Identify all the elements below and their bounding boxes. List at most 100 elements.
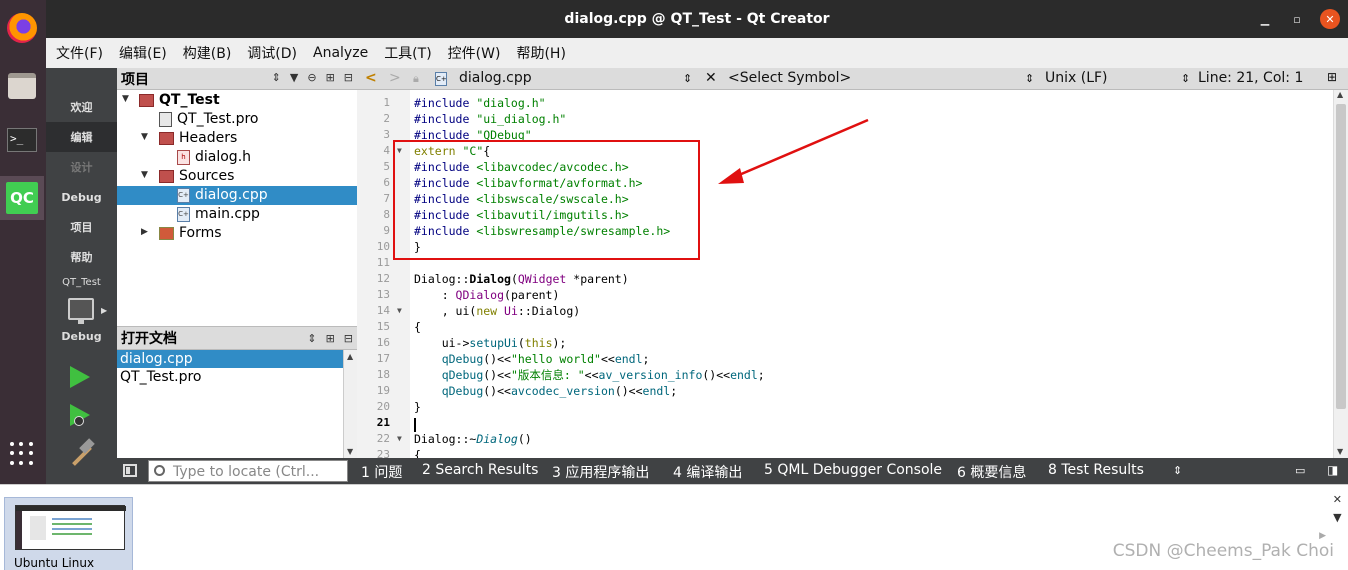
kit-selector-icon[interactable] — [68, 298, 94, 324]
run-icon[interactable] — [70, 366, 90, 388]
headers-folder-icon — [159, 132, 174, 145]
tab-qml-debugger-console[interactable]: 5 QML Debugger Console — [764, 462, 942, 478]
file-dropdown-icon[interactable]: ⇕ — [683, 72, 692, 85]
close-panel-icon[interactable]: ⊟ — [344, 332, 353, 345]
tree-label: dialog.cpp — [195, 187, 268, 203]
scrollbar-thumb[interactable] — [1336, 104, 1346, 409]
open-doc-dialog-cpp[interactable]: dialog.cpp — [117, 350, 343, 368]
menu-build[interactable]: 构建(B) — [183, 43, 232, 63]
menu-tools[interactable]: 工具(T) — [384, 43, 431, 63]
expand-arrow-icon[interactable]: ▼ — [141, 132, 148, 142]
line-number: 20 — [376, 400, 390, 413]
tree-item-pro-file[interactable]: QT_Test.pro — [159, 110, 259, 129]
ubuntu-dock: >_ QC — [0, 0, 46, 484]
tree-item-dialog-h[interactable]: h dialog.h — [177, 148, 251, 167]
close-panel-icon[interactable]: ⊟ — [344, 71, 353, 84]
line-ending-dropdown-icon[interactable]: ⇕ — [1181, 72, 1190, 85]
tree-item-forms[interactable]: Forms — [159, 224, 222, 243]
scroll-up-icon[interactable]: ▲ — [347, 352, 353, 361]
tree-item-dialog-cpp[interactable]: C+ dialog.cpp — [117, 186, 357, 205]
scroll-down-icon[interactable]: ▼ — [347, 447, 353, 456]
close-document-icon[interactable]: ✕ — [705, 70, 717, 86]
expand-arrow-icon[interactable]: ▼ — [141, 170, 148, 180]
maximize-button[interactable]: ▫ — [1288, 13, 1306, 26]
back-arrow-icon[interactable]: < — [365, 70, 377, 86]
build-hammer-icon[interactable] — [68, 438, 95, 468]
firefox-icon[interactable] — [4, 10, 40, 46]
scroll-down-icon[interactable]: ▼ — [1337, 447, 1343, 456]
split-icon[interactable]: ⊞ — [326, 332, 335, 345]
open-documents-title: 打开文档 — [121, 331, 177, 347]
split-icon[interactable]: ⊞ — [326, 71, 335, 84]
projects-panel-header: 项目 ⇕ ▼ ⊖ ⊞ ⊟ — [117, 68, 357, 90]
menu-edit[interactable]: 编辑(E) — [119, 43, 167, 63]
mode-projects[interactable]: 项目 — [46, 212, 117, 242]
code-text: Dialog::Dialog(QWidget *parent) — [414, 272, 629, 286]
close-button[interactable]: ✕ — [1320, 9, 1340, 29]
qt-creator-icon[interactable]: QC — [0, 176, 44, 220]
tree-item-sources[interactable]: Sources — [159, 167, 234, 186]
open-doc-qt-test-pro[interactable]: QT_Test.pro — [117, 368, 357, 386]
tree-label: Headers — [179, 130, 238, 146]
menu-help[interactable]: 帮助(H) — [516, 43, 565, 63]
locator-input[interactable]: Type to locate (Ctrl... — [148, 460, 348, 482]
code-text: #include "dialog.h" — [414, 96, 546, 110]
mode-edit[interactable]: 编辑 — [46, 122, 117, 152]
fold-marker-icon[interactable]: ▼ — [397, 303, 402, 319]
collapse-arrow-icon[interactable]: ▶ — [141, 227, 148, 237]
minimize-button[interactable]: ▁ — [1256, 13, 1274, 26]
cursor-position-label[interactable]: Line: 21, Col: 1 — [1198, 70, 1303, 86]
code-text: , ui(new Ui::Dialog) — [414, 304, 581, 318]
mode-welcome[interactable]: 欢迎 — [46, 92, 117, 122]
view-chooser-icon[interactable]: ⇕ — [272, 71, 281, 84]
toggle-right-sidebar-icon[interactable]: ◨ — [1327, 463, 1338, 477]
toggle-sidebar-icon[interactable] — [123, 464, 137, 477]
tree-item-project-root[interactable]: QT_Test — [139, 91, 220, 110]
tab-issues[interactable]: 1 问题 — [361, 462, 402, 482]
expand-arrow-icon[interactable]: ▼ — [122, 94, 129, 104]
tab-general-messages[interactable]: 6 概要信息 — [957, 462, 1026, 482]
scroll-up-icon[interactable]: ▲ — [1337, 90, 1343, 99]
menu-debug[interactable]: 调试(D) — [247, 43, 297, 63]
symbol-dropdown-icon[interactable]: ⇕ — [1025, 72, 1034, 85]
link-icon[interactable]: ⊖ — [307, 71, 316, 84]
tab-compile-output[interactable]: 4 编译输出 — [673, 462, 742, 482]
tree-item-main-cpp[interactable]: C+ main.cpp — [177, 205, 260, 224]
view-chooser-icon[interactable]: ⇕ — [307, 332, 316, 345]
scroll-down-icon[interactable]: ▼ — [1333, 509, 1342, 527]
line-ending-selector[interactable]: Unix (LF) — [1045, 70, 1108, 86]
mode-help[interactable]: 帮助 — [46, 242, 117, 272]
tree-item-headers[interactable]: Headers — [159, 129, 237, 148]
close-icon[interactable]: ✕ — [1333, 491, 1342, 509]
menu-file[interactable]: 文件(F) — [56, 43, 103, 63]
split-editor-icon[interactable]: ⊞ — [1327, 70, 1337, 84]
open-documents-list: dialog.cpp QT_Test.pro ▲ ▼ — [117, 350, 357, 458]
maximize-output-icon[interactable]: ▭ — [1295, 464, 1305, 477]
mode-debug[interactable]: Debug — [46, 182, 117, 212]
files-icon[interactable] — [4, 68, 40, 104]
tree-label: Sources — [179, 168, 235, 184]
more-tabs-icon[interactable]: ⇕ — [1173, 464, 1182, 477]
tab-test-results[interactable]: 8 Test Results — [1048, 462, 1144, 478]
taskbar-scroll[interactable]: ✕ ▼ — [1333, 491, 1342, 527]
current-file-label[interactable]: dialog.cpp — [459, 70, 532, 86]
kit-project-label: QT_Test — [62, 277, 101, 288]
symbol-selector[interactable]: <Select Symbol> — [728, 70, 851, 86]
fold-marker-icon[interactable]: ▼ — [397, 431, 402, 447]
tab-search-results[interactable]: 2 Search Results — [422, 462, 538, 478]
open-docs-scrollbar[interactable]: ▲ ▼ — [343, 350, 357, 458]
qt-creator-label: QC — [6, 182, 38, 214]
filter-icon[interactable]: ▼ — [290, 71, 298, 84]
line-number: 10 — [376, 240, 390, 253]
code-text: { — [414, 320, 421, 334]
editor-vertical-scrollbar[interactable]: ▲ ▼ — [1333, 90, 1348, 458]
menu-widgets[interactable]: 控件(W) — [448, 43, 501, 63]
app-grid-icon[interactable] — [4, 436, 40, 472]
title-bar: dialog.cpp @ QT_Test - Qt Creator ▁ ▫ ✕ — [46, 0, 1348, 38]
terminal-icon[interactable]: >_ — [4, 122, 40, 158]
code-text: : QDialog(parent) — [414, 288, 560, 302]
menu-analyze[interactable]: Analyze — [313, 45, 368, 61]
tab-application-output[interactable]: 3 应用程序输出 — [552, 462, 649, 482]
tree-label: main.cpp — [195, 206, 260, 222]
line-number: 6 — [383, 176, 390, 189]
